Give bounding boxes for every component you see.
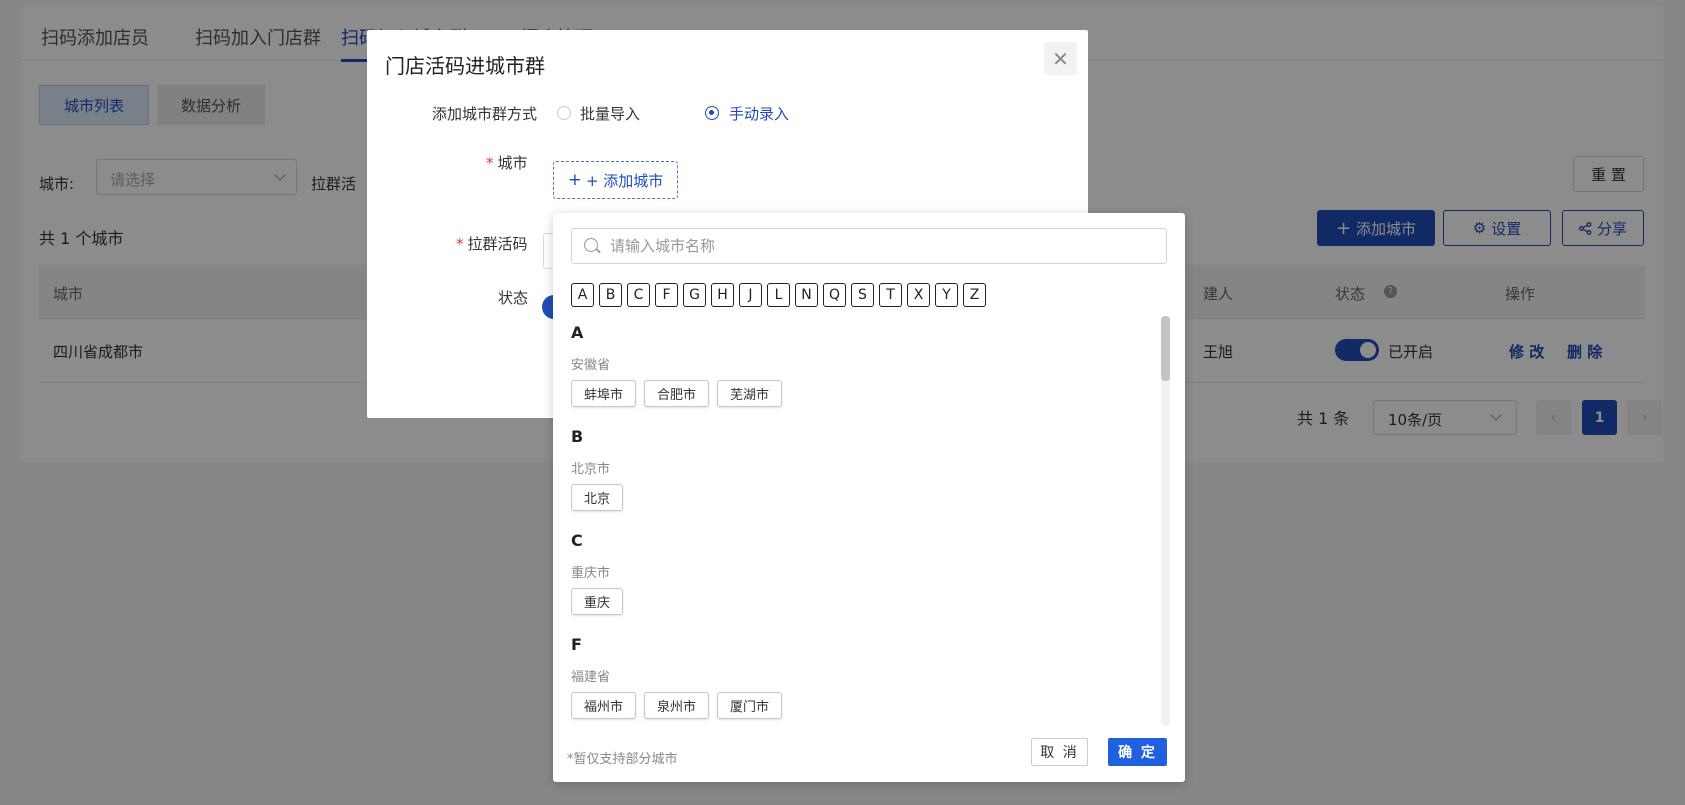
group-letter: B bbox=[571, 427, 584, 446]
group-letter: C bbox=[571, 531, 583, 550]
city-picker-popup: A B C F G H J L N Q S T X Y Z A 安徽省 蚌埠市 … bbox=[553, 213, 1185, 782]
radio-batch-import[interactable] bbox=[557, 106, 571, 120]
letter-n[interactable]: N bbox=[795, 283, 818, 307]
letter-a[interactable]: A bbox=[571, 283, 594, 307]
group-letter: A bbox=[571, 323, 584, 342]
add-city-dashed-label: + 添加城市 bbox=[585, 171, 664, 190]
province-name: 福建省 bbox=[571, 670, 611, 685]
letter-c[interactable]: C bbox=[627, 283, 650, 307]
confirm-button[interactable]: 确 定 bbox=[1108, 738, 1167, 766]
city-group-b: B 北京市 北京 bbox=[571, 427, 624, 511]
city-chip[interactable]: 福州市 bbox=[571, 692, 637, 719]
letter-index: A B C F G H J L N Q S T X Y Z bbox=[571, 283, 986, 307]
city-field-label-text: 城市 bbox=[497, 154, 528, 172]
letter-b[interactable]: B bbox=[599, 283, 622, 307]
required-mark: * bbox=[486, 154, 494, 172]
required-mark: * bbox=[456, 235, 464, 253]
group-letter: F bbox=[571, 635, 582, 654]
radio-manual-entry[interactable] bbox=[705, 106, 719, 120]
letter-y[interactable]: Y bbox=[935, 283, 958, 307]
city-chip[interactable]: 合肥市 bbox=[644, 380, 710, 407]
city-chip[interactable]: 北京 bbox=[571, 484, 624, 511]
scrollbar-thumb[interactable] bbox=[1161, 316, 1170, 381]
support-note: *暂仅支持部分城市 bbox=[567, 752, 678, 767]
search-icon bbox=[584, 238, 598, 252]
city-chip[interactable]: 泉州市 bbox=[644, 692, 710, 719]
city-field-label: * 城市 bbox=[486, 152, 528, 173]
city-chip[interactable]: 厦门市 bbox=[717, 692, 783, 719]
city-group-c: C 重庆市 重庆 bbox=[571, 531, 624, 615]
close-button[interactable]: ✕ bbox=[1044, 42, 1077, 75]
city-list-scrollbar[interactable] bbox=[1161, 316, 1170, 726]
letter-x[interactable]: X bbox=[907, 283, 930, 307]
city-group-a: A 安徽省 蚌埠市 合肥市 芜湖市 bbox=[571, 323, 783, 407]
city-search-box[interactable] bbox=[571, 228, 1167, 264]
province-name: 重庆市 bbox=[571, 566, 611, 581]
city-chip[interactable]: 重庆 bbox=[571, 588, 624, 615]
modal-title: 门店活码进城市群 bbox=[385, 54, 545, 78]
letter-z[interactable]: Z bbox=[963, 283, 986, 307]
city-group-f: F 福建省 福州市 泉州市 厦门市 bbox=[571, 635, 783, 719]
group-code-label: * 拉群活码 bbox=[456, 233, 528, 254]
radio-manual-entry-label[interactable]: 手动录入 bbox=[729, 103, 789, 124]
province-name: 北京市 bbox=[571, 462, 611, 477]
letter-j[interactable]: J bbox=[739, 283, 762, 307]
radio-batch-import-label[interactable]: 批量导入 bbox=[580, 103, 640, 124]
province-name: 安徽省 bbox=[571, 358, 611, 373]
letter-h[interactable]: H bbox=[711, 283, 734, 307]
city-list: A 安徽省 蚌埠市 合肥市 芜湖市 B 北京市 北京 C 重庆市 重庆 F 福建… bbox=[571, 323, 1151, 723]
letter-f[interactable]: F bbox=[655, 283, 678, 307]
city-chip[interactable]: 芜湖市 bbox=[717, 380, 783, 407]
add-city-dashed-button[interactable]: + + 添加城市 bbox=[553, 161, 678, 199]
city-chip[interactable]: 蚌埠市 bbox=[571, 380, 637, 407]
letter-s[interactable]: S bbox=[851, 283, 874, 307]
close-icon: ✕ bbox=[1052, 46, 1069, 71]
plus-icon: + bbox=[567, 170, 582, 190]
city-search-input[interactable] bbox=[610, 233, 1160, 259]
letter-l[interactable]: L bbox=[767, 283, 790, 307]
letter-g[interactable]: G bbox=[683, 283, 706, 307]
letter-q[interactable]: Q bbox=[823, 283, 846, 307]
mode-label: 添加城市群方式 bbox=[432, 105, 538, 123]
status-field-label: 状态 bbox=[498, 289, 529, 307]
group-code-label-text: 拉群活码 bbox=[467, 235, 528, 253]
cancel-button[interactable]: 取 消 bbox=[1031, 738, 1088, 766]
letter-t[interactable]: T bbox=[879, 283, 902, 307]
